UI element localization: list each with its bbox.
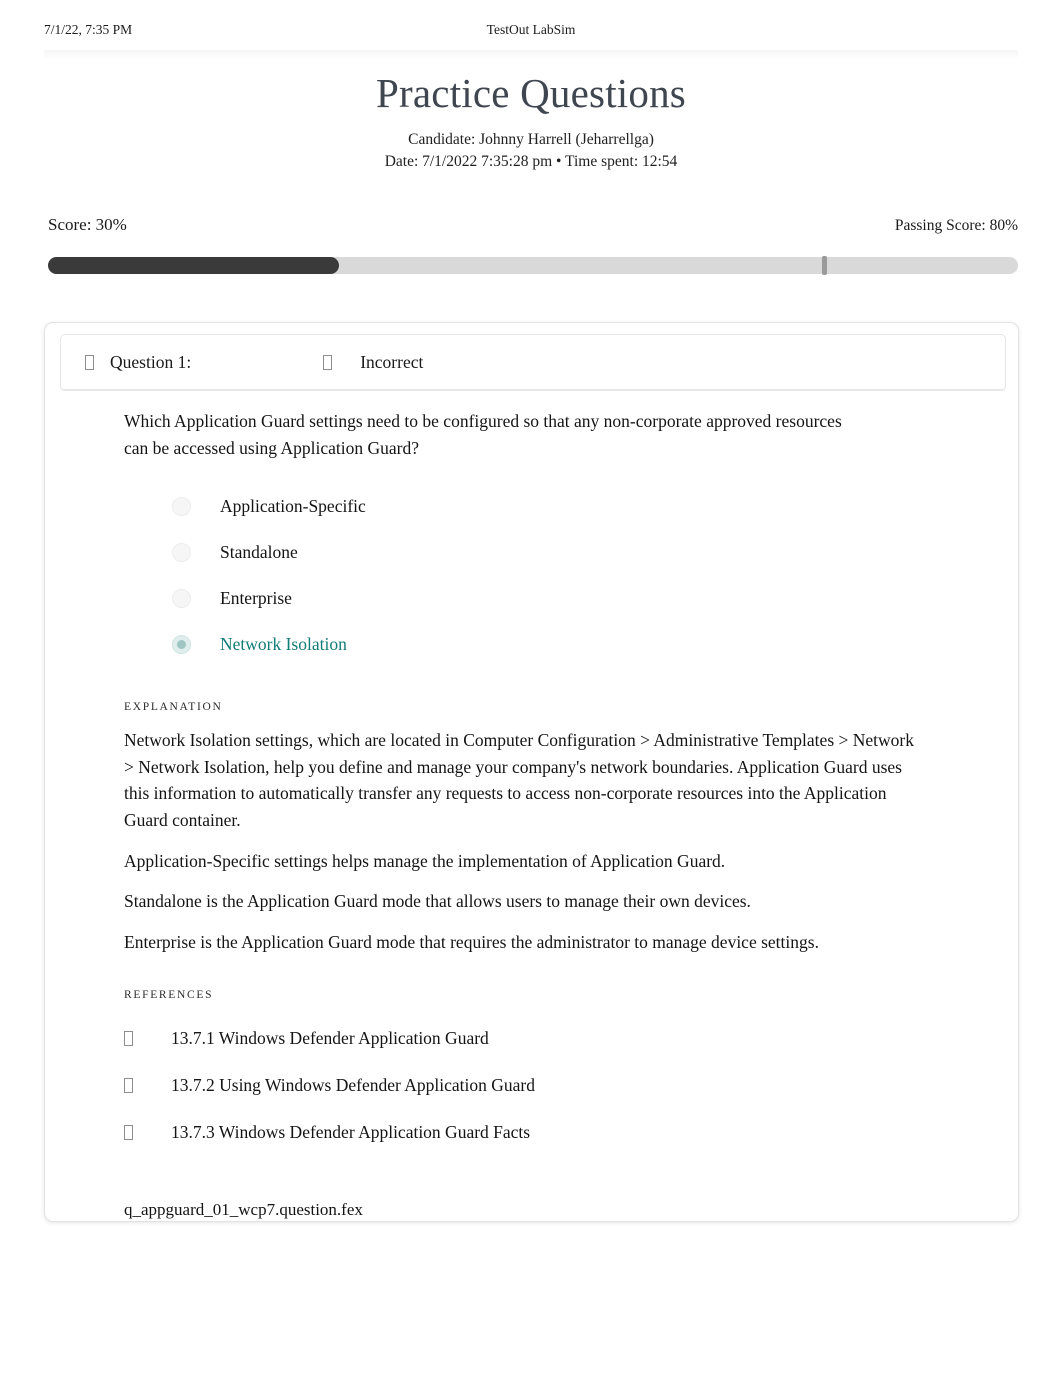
question-prompt: Which Application Guard settings need to… bbox=[124, 411, 842, 458]
reference-link[interactable]: 13.7.2 Using Windows Defender Applicatio… bbox=[171, 1075, 535, 1096]
status-badge: Incorrect bbox=[360, 351, 424, 372]
explanation-paragraph-3: Enterprise is the Application Guard mode… bbox=[124, 931, 819, 952]
page-title: Practice Questions bbox=[376, 70, 686, 116]
score-value: Score: 30% bbox=[48, 215, 127, 234]
incorrect-mark-icon bbox=[323, 354, 333, 370]
passing-score-value: Passing Score: 80% bbox=[894, 217, 1018, 234]
question-bookmark-icon bbox=[85, 354, 94, 370]
question-body: Which Application Guard settings need to… bbox=[60, 408, 1006, 1220]
print-header: 7/1/22, 7:35 PM TestOut LabSim bbox=[0, 22, 1062, 44]
explanation-paragraph-0: Network Isolation settings, which are lo… bbox=[124, 730, 914, 830]
reference-doc-icon bbox=[124, 1031, 133, 1047]
score-progress-bar bbox=[48, 256, 1018, 275]
answer-option-2[interactable]: Enterprise bbox=[172, 575, 982, 621]
reference-doc-icon bbox=[124, 1125, 133, 1141]
title-block: Practice Questions Candidate: Johnny Har… bbox=[0, 70, 1062, 173]
title-subtext: Candidate: Johnny Harrell (Jeharrellga) … bbox=[0, 129, 1062, 173]
reference-item-2[interactable]: 13.7.3 Windows Defender Application Guar… bbox=[124, 1109, 982, 1156]
reference-item-0[interactable]: 13.7.1 Windows Defender Application Guar… bbox=[124, 1015, 982, 1062]
radio-button-icon[interactable] bbox=[172, 542, 191, 562]
radio-button-icon[interactable] bbox=[172, 496, 191, 516]
score-progress-fill bbox=[48, 257, 339, 274]
reference-link[interactable]: 13.7.1 Windows Defender Application Guar… bbox=[171, 1028, 489, 1049]
score-row: Score: 30% Passing Score: 80% bbox=[48, 215, 1018, 239]
references-list: 13.7.1 Windows Defender Application Guar… bbox=[124, 1015, 982, 1156]
answer-option-label: Enterprise bbox=[220, 587, 292, 608]
reference-doc-icon bbox=[124, 1078, 133, 1094]
references-heading: REFERENCES bbox=[124, 989, 214, 1002]
reference-link[interactable]: 13.7.3 Windows Defender Application Guar… bbox=[171, 1122, 530, 1143]
candidate-line: Candidate: Johnny Harrell (Jeharrellga) bbox=[408, 130, 654, 148]
question-status-group: Incorrect bbox=[323, 352, 423, 373]
question-header: Question 1: Incorrect bbox=[61, 335, 1005, 390]
explanation-paragraph-1: Application-Specific settings helps mana… bbox=[124, 850, 726, 871]
question-header-box: Question 1: Incorrect bbox=[60, 334, 1006, 391]
answer-option-label: Network Isolation bbox=[220, 633, 347, 654]
question-file-id: q_appguard_01_wcp7.question.fex bbox=[124, 1200, 363, 1220]
radio-button-icon[interactable] bbox=[172, 588, 191, 608]
radio-button-icon[interactable] bbox=[172, 634, 191, 654]
reference-item-1[interactable]: 13.7.2 Using Windows Defender Applicatio… bbox=[124, 1062, 982, 1109]
explanation-paragraph-2: Standalone is the Application Guard mode… bbox=[124, 891, 751, 912]
header-divider bbox=[44, 50, 1018, 60]
explanation-heading: EXPLANATION bbox=[124, 701, 223, 714]
answer-option-label: Application-Specific bbox=[220, 495, 366, 516]
question-card: Question 1: Incorrect Which Application … bbox=[44, 322, 1019, 1222]
answer-option-0[interactable]: Application-Specific bbox=[172, 483, 982, 529]
print-app-name: TestOut LabSim bbox=[486, 22, 576, 37]
explanation-body: Network Isolation settings, which are lo… bbox=[124, 727, 982, 955]
passing-score-marker bbox=[822, 256, 827, 275]
answer-option-3[interactable]: Network Isolation bbox=[172, 621, 982, 667]
question-number-label: Question 1: bbox=[110, 351, 192, 372]
date-time-line: Date: 7/1/2022 7:35:28 pm • Time spent: … bbox=[384, 152, 678, 170]
answer-options-list: Application-Specific Standalone Enterprise… bbox=[124, 483, 982, 667]
answer-option-label: Standalone bbox=[220, 541, 298, 562]
answer-option-1[interactable]: Standalone bbox=[172, 529, 982, 575]
